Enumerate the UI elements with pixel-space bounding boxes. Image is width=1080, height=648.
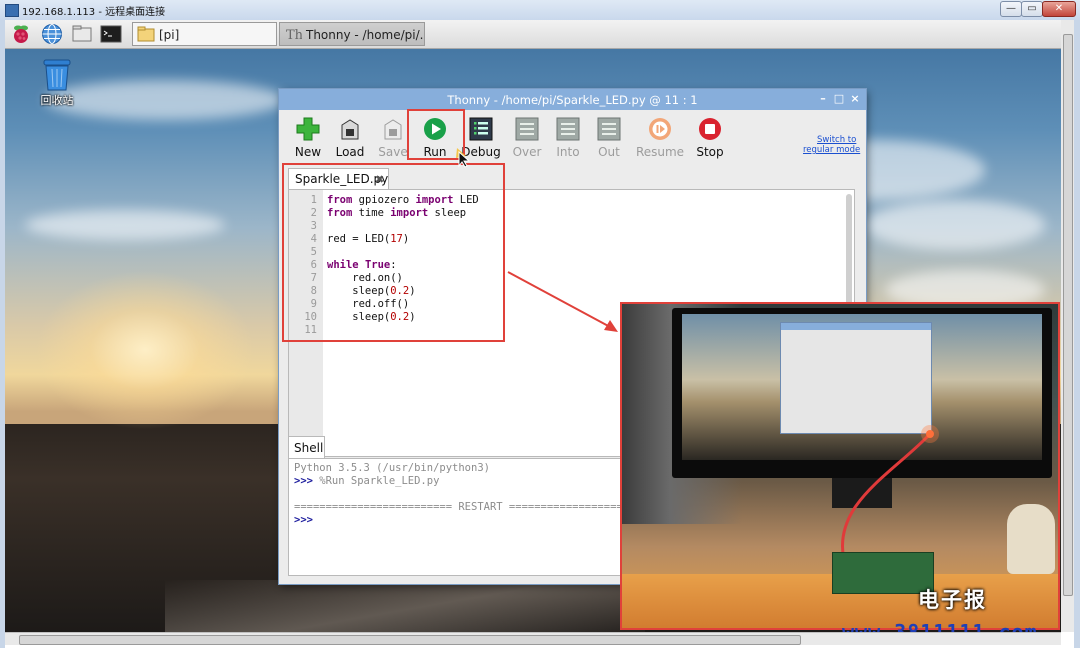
shell-prompt: >>> [294,475,313,487]
remote-desktop-titlebar: 192.168.1.113 - 远程桌面连接 — ▭ ✕ [0,0,1080,21]
shell-prompt: >>> [294,514,313,526]
horizontal-scroll-thumb[interactable] [19,635,801,645]
vertical-scrollbar[interactable] [1061,20,1074,632]
file-manager-icon[interactable] [71,23,93,45]
horizontal-scrollbar[interactable] [5,632,1061,645]
taskbar-task-label: [pi] [159,28,180,42]
resume-icon [649,118,671,140]
shell-restart-line: ========================= RESTART ======… [294,501,667,513]
recycle-bin-label: 回收站 [40,94,74,107]
remote-desktop-title: 192.168.1.113 - 远程桌面连接 [22,7,166,18]
shell-version-line: Python 3.5.3 (/usr/bin/python3) [294,462,490,474]
plus-icon [296,117,320,141]
taskbar-task-label: Thonny - /home/pi/... [306,28,425,42]
step-over-icon [515,117,539,141]
terminal-icon[interactable] [100,23,122,45]
load-icon [341,119,359,140]
watermark-logo: 电子报 [918,588,987,612]
minimize-button[interactable]: — [1000,1,1022,17]
raspberry-menu-icon[interactable] [10,23,32,45]
taskbar-task-thonny[interactable]: Th Thonny - /home/pi/... [279,22,425,46]
shell-tab[interactable]: Shell [288,436,325,458]
maximize-button[interactable]: ▭ [1021,1,1043,17]
close-button[interactable]: ✕ [1042,1,1076,17]
tool-label: Out [598,145,620,159]
web-browser-icon[interactable] [41,23,63,45]
mouse-cursor-icon [456,148,471,168]
thonny-toolbar: New Load Save Run Debug Over Into Out Re… [279,110,866,163]
switch-mode-link[interactable]: Switch to regular mode [803,135,860,155]
resume-button[interactable]: Resume [636,115,684,163]
photo-inset [620,302,1060,630]
svg-text:Th: Th [286,28,302,42]
step-into-icon [556,117,580,141]
thonny-close-button[interactable]: × [848,92,862,106]
code-highlight-box [282,163,505,342]
shell-run-line: >>> %Run Sparkle_LED.py [294,475,439,487]
thonny-title: Thonny - /home/pi/Sparkle_LED.py @ 11 : … [447,93,698,107]
thonny-icon: Th [286,28,302,42]
thonny-maximize-button[interactable]: □ [832,92,846,106]
stop-button[interactable]: Stop [687,115,733,163]
step-out-button[interactable]: Out [586,115,632,163]
thonny-titlebar: Thonny - /home/pi/Sparkle_LED.py @ 11 : … [279,89,866,110]
taskbar-task-file-manager[interactable]: [pi] [132,22,277,46]
switch-mode-line2: regular mode [803,145,861,155]
save-icon [384,119,402,140]
remote-desktop-icon [5,4,19,17]
tool-label: Stop [696,145,724,159]
taskbar: [pi] Th Thonny - /home/pi/... [5,20,1061,49]
thonny-minimize-button[interactable]: – [816,92,830,106]
shell-run-command: %Run Sparkle_LED.py [312,475,440,487]
debug-icon [469,117,493,141]
window-frame-right [1074,20,1080,648]
recycle-bin-icon[interactable] [40,56,74,92]
switch-mode-line1: Switch to [817,135,857,145]
stop-icon [699,118,721,140]
vertical-scroll-thumb[interactable] [1063,34,1073,596]
step-out-icon [597,117,621,141]
folder-icon [137,26,155,42]
